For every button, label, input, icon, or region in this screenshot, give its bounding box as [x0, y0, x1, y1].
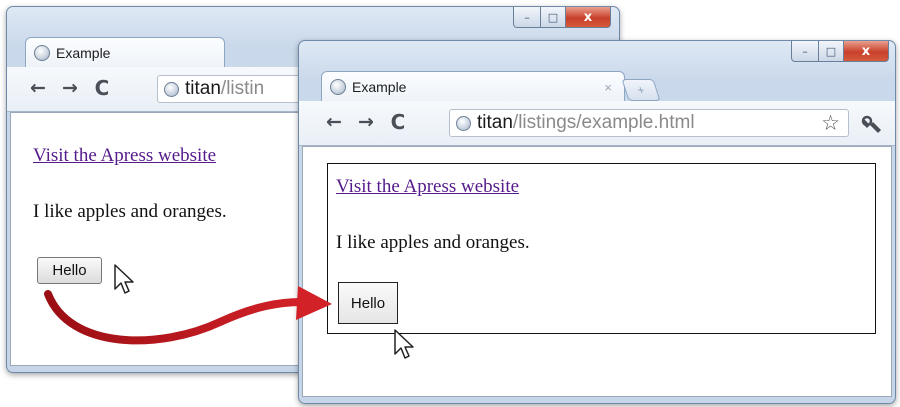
- new-tab-button[interactable]: +: [621, 79, 661, 101]
- reload-icon[interactable]: C: [91, 76, 113, 100]
- close-button[interactable]: x: [566, 7, 611, 28]
- url-path: /listin: [220, 78, 265, 99]
- address-bar[interactable]: titan/listings/example.html ☆: [449, 109, 849, 137]
- minimize-button[interactable]: –: [791, 41, 819, 62]
- globe-icon: [330, 79, 346, 95]
- maximize-button[interactable]: □: [819, 41, 844, 62]
- globe-icon: [34, 45, 50, 61]
- bookmark-star-icon[interactable]: ☆: [821, 111, 840, 135]
- forward-arrow-icon[interactable]: →: [355, 111, 377, 133]
- tab-example[interactable]: Example ×: [321, 71, 625, 102]
- url-host: titan: [477, 112, 513, 133]
- tab-example[interactable]: Example: [25, 37, 225, 68]
- tab-close-icon[interactable]: ×: [604, 80, 612, 95]
- back-arrow-icon[interactable]: ←: [27, 77, 49, 99]
- wrench-icon[interactable]: [861, 115, 883, 135]
- maximize-button[interactable]: □: [541, 7, 566, 28]
- apress-link[interactable]: Visit the Apress website: [33, 145, 216, 167]
- url-host: titan: [185, 78, 221, 99]
- minimize-button[interactable]: –: [513, 7, 541, 28]
- highlighted-body: Visit the Apress website I like apples a…: [327, 163, 876, 334]
- window-controls: – □ x: [513, 7, 611, 29]
- tab-title: Example: [352, 79, 407, 95]
- transition-arrow: [44, 286, 332, 345]
- page-content: Visit the Apress website I like apples a…: [302, 146, 892, 397]
- site-info-icon: [164, 81, 179, 97]
- apress-link[interactable]: Visit the Apress website: [336, 176, 519, 198]
- toolbar: ← → C titan/listings/example.html ☆: [299, 101, 895, 146]
- browser-window-after: – □ x Example × + ← → C titan/listings/e…: [298, 40, 896, 404]
- plus-icon: +: [635, 83, 647, 97]
- tab-title: Example: [56, 45, 111, 61]
- close-button[interactable]: x: [844, 41, 889, 62]
- reload-icon[interactable]: C: [387, 110, 409, 134]
- url-path: /listings/example.html: [512, 112, 695, 133]
- site-info-icon: [456, 115, 471, 131]
- page-paragraph: I like apples and oranges.: [336, 232, 530, 253]
- mouse-cursor-icon: [394, 329, 414, 359]
- forward-arrow-icon[interactable]: →: [59, 77, 81, 99]
- page-paragraph: I like apples and oranges.: [33, 201, 227, 222]
- back-arrow-icon[interactable]: ←: [323, 111, 345, 133]
- hello-button[interactable]: Hello: [338, 282, 398, 324]
- window-controls: – □ x: [791, 41, 889, 63]
